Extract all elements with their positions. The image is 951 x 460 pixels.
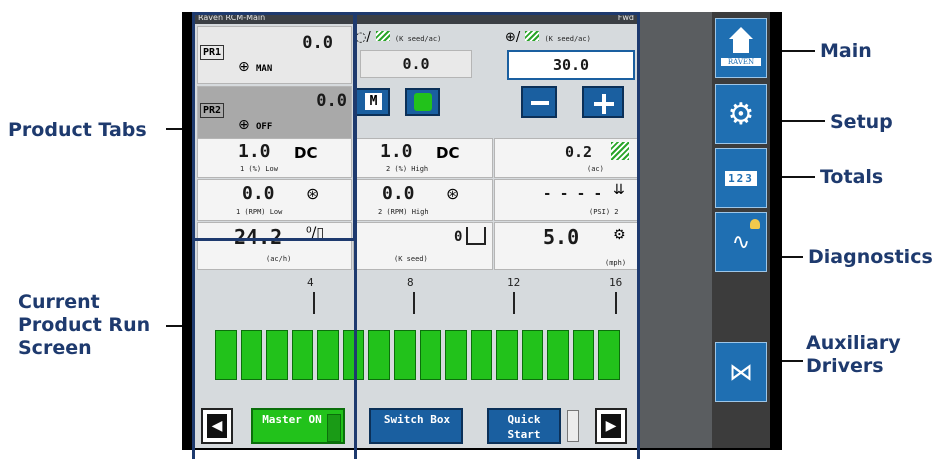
master-switch-indicator xyxy=(327,414,341,442)
callout-setup: Setup xyxy=(830,111,893,133)
callout-product-tabs: Product Tabs xyxy=(8,119,147,141)
row-tick-label: 4 xyxy=(307,276,314,289)
section-bar[interactable] xyxy=(240,330,263,380)
area-rate-caption: (ac/h) xyxy=(266,255,292,263)
section-bar[interactable] xyxy=(317,330,339,380)
callout-current-run-line3: Screen xyxy=(18,337,92,359)
callout-current-run-line1: Current xyxy=(18,291,100,313)
home-icon: RAVEN xyxy=(721,23,761,73)
main-button[interactable]: RAVEN xyxy=(715,18,767,78)
callout-auxiliary-line1: Auxiliary xyxy=(806,332,901,354)
totals-button[interactable]: 123 xyxy=(715,148,767,208)
auxiliary-drivers-icon: ⋈ xyxy=(729,358,753,386)
section-bar[interactable] xyxy=(266,330,288,380)
callout-current-run-line2: Product Run xyxy=(18,314,151,336)
home-body xyxy=(733,39,749,53)
product-tabs-outline xyxy=(192,12,356,241)
totals-icon: 123 xyxy=(725,170,757,186)
home-roof xyxy=(729,27,753,39)
raven-brand: RAVEN xyxy=(721,58,761,66)
gears-icon: ⚙ xyxy=(727,96,755,132)
diagnostics-button[interactable]: ∿ xyxy=(715,212,767,272)
run-screen-outline-left xyxy=(192,239,195,459)
callout-auxiliary-line2: Drivers xyxy=(806,355,884,377)
callout-diagnostics: Diagnostics xyxy=(808,246,933,268)
previous-page-button[interactable]: ◀ xyxy=(201,408,233,444)
master-switch-button[interactable]: Master ON xyxy=(251,408,345,444)
display-gray-area xyxy=(640,12,712,448)
arrow-left-icon: ◀ xyxy=(207,414,227,438)
row-tick xyxy=(313,292,315,314)
section-bar[interactable] xyxy=(291,330,314,380)
alarm-bell-icon xyxy=(750,219,760,229)
run-screen-outline xyxy=(354,12,640,459)
callout-totals: Totals xyxy=(820,166,884,188)
callout-main: Main xyxy=(820,40,872,62)
callout-auxiliary-drivers: Auxiliary Drivers xyxy=(806,332,901,378)
setup-button[interactable]: ⚙ xyxy=(715,84,767,144)
sidebar: RAVEN ⚙ 123 ∿ ⋈ xyxy=(712,12,770,448)
master-switch-label: Master ON xyxy=(262,413,322,426)
callout-current-run-screen: Current Product Run Screen xyxy=(18,291,150,360)
auxiliary-drivers-button[interactable]: ⋈ xyxy=(715,342,767,402)
diagnostics-icon: ∿ xyxy=(731,229,751,255)
section-bar[interactable] xyxy=(215,330,237,380)
